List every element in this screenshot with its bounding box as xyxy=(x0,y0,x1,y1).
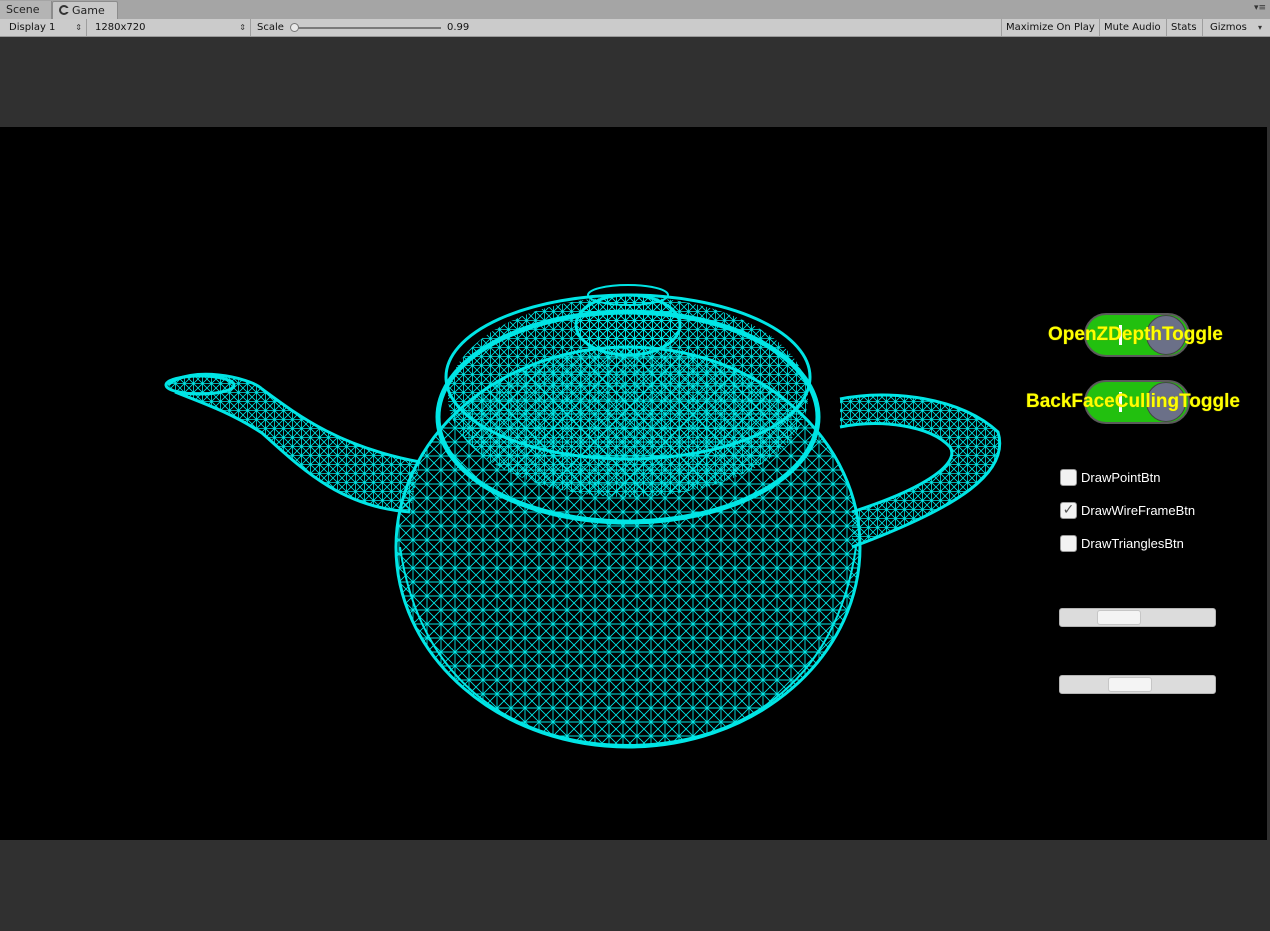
mute-audio-label: Mute Audio xyxy=(1104,22,1161,33)
draw-point-checkbox[interactable] xyxy=(1060,469,1077,486)
draw-triangles-checkbox[interactable] xyxy=(1060,535,1077,552)
mute-audio-button[interactable]: Mute Audio xyxy=(1100,19,1167,36)
editor-tab-bar: Scene Game ▾≡ xyxy=(0,0,1270,20)
gizmos-button[interactable]: Gizmos ▾ xyxy=(1206,19,1266,36)
draw-triangles-label: DrawTrianglesBtn xyxy=(1081,536,1184,551)
gizmos-label: Gizmos xyxy=(1210,22,1247,33)
slider-1[interactable] xyxy=(1059,608,1216,627)
tab-scene-label: Scene xyxy=(6,3,40,16)
display-value: Display 1 xyxy=(9,22,56,33)
scale-slider-knob[interactable] xyxy=(290,23,299,32)
game-toolbar: Display 1 ⇕ 1280x720 ⇕ Scale 0.99 Maximi… xyxy=(0,19,1270,37)
slider-2[interactable] xyxy=(1059,675,1216,694)
backface-culling-toggle-label: BackFaceCullingToggle xyxy=(1026,391,1240,412)
scale-value: 0.99 xyxy=(447,22,470,33)
draw-wireframe-label: DrawWireFrameBtn xyxy=(1081,503,1196,518)
open-zdepth-toggle[interactable]: OpenZDepthToggle xyxy=(1040,313,1260,357)
game-viewport[interactable]: OpenZDepthToggle BackFaceCullingToggle D… xyxy=(0,127,1267,840)
scale-label: Scale xyxy=(257,22,284,33)
backface-culling-toggle[interactable]: BackFaceCullingToggle xyxy=(1020,380,1260,424)
maximize-on-play-button[interactable]: Maximize On Play xyxy=(1001,19,1100,36)
display-dropdown[interactable]: Display 1 ⇕ xyxy=(5,19,87,36)
resolution-dropdown[interactable]: 1280x720 ⇕ xyxy=(91,19,251,36)
scale-control: Scale xyxy=(253,19,473,36)
scale-slider-track[interactable] xyxy=(297,27,441,29)
tab-scene[interactable]: Scene xyxy=(0,1,52,19)
game-icon xyxy=(59,3,69,15)
open-zdepth-toggle-label: OpenZDepthToggle xyxy=(1048,324,1223,345)
slider-2-handle[interactable] xyxy=(1108,677,1152,692)
dropdown-arrows-icon: ⇕ xyxy=(75,23,82,32)
window-menu-icon[interactable]: ▾≡ xyxy=(1254,3,1266,13)
tab-game[interactable]: Game xyxy=(52,1,118,19)
checkmark-icon: ✓ xyxy=(1062,502,1075,518)
resolution-value: 1280x720 xyxy=(95,22,146,33)
dropdown-arrows-icon: ⇕ xyxy=(239,23,246,32)
maximize-on-play-label: Maximize On Play xyxy=(1006,22,1095,33)
draw-point-label: DrawPointBtn xyxy=(1081,470,1161,485)
draw-wireframe-checkbox[interactable]: ✓ xyxy=(1060,502,1077,519)
stats-label: Stats xyxy=(1171,22,1197,33)
stats-button[interactable]: Stats xyxy=(1167,19,1203,36)
tab-game-label: Game xyxy=(72,4,105,17)
chevron-down-icon[interactable]: ▾ xyxy=(1258,19,1262,36)
slider-1-handle[interactable] xyxy=(1097,610,1141,625)
